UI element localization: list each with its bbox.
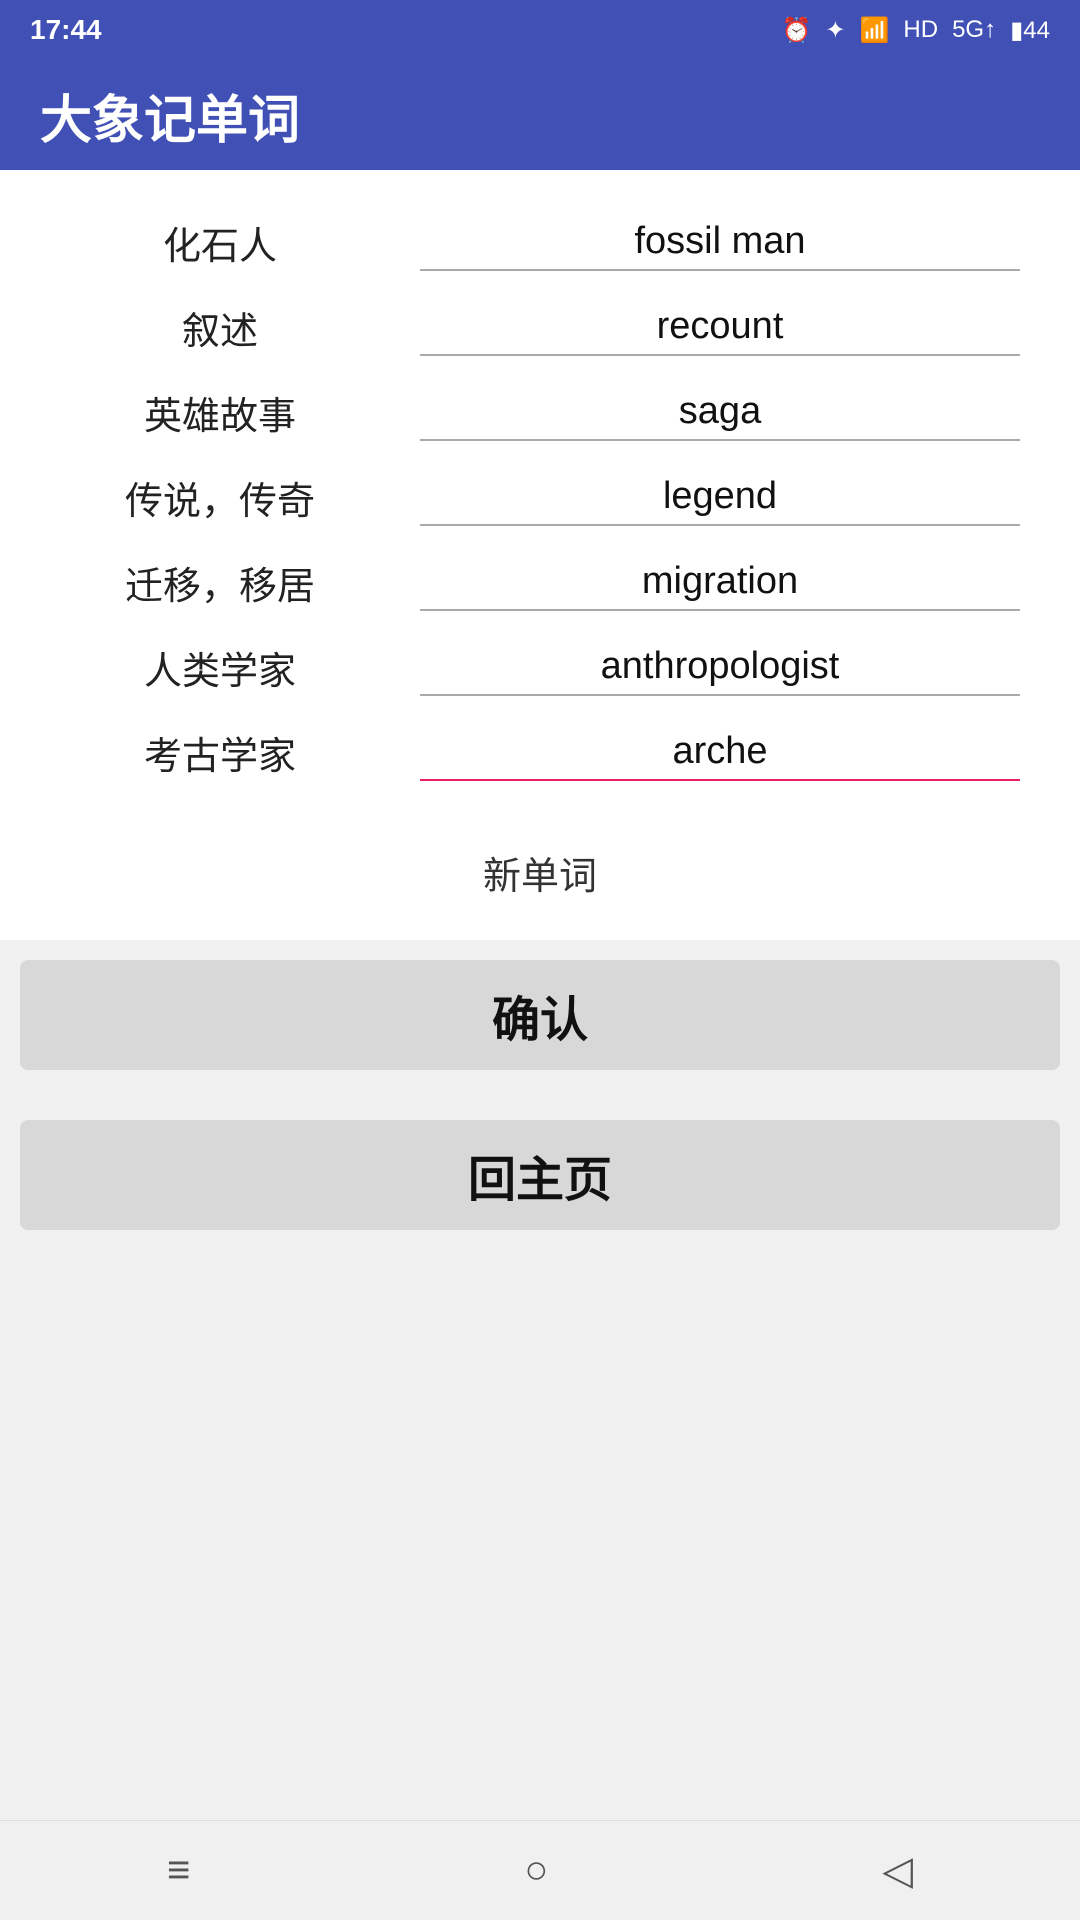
chinese-label: 考古学家 [60,725,380,780]
app-title: 大象记单词 [40,78,300,153]
word-row: 英雄故事 [60,370,1020,455]
confirm-button[interactable]: 确认 [20,960,1060,1070]
status-bar: 17:44 ⏰ ✦ 📶 HD 5G↑ ▮44 [0,0,1080,60]
menu-icon[interactable]: ≡ [167,1848,190,1893]
english-input-wrap [420,639,1020,696]
chinese-label: 人类学家 [60,640,380,695]
english-input-wrap [420,469,1020,526]
word-row: 迁移，移居 [60,540,1020,625]
new-word-section: 新单词 [0,835,1080,940]
english-input-wrap [420,299,1020,356]
new-word-label: 新单词 [60,845,1020,900]
english-input[interactable] [420,639,1020,696]
english-input[interactable] [420,554,1020,611]
word-list: 化石人 叙述 英雄故事 传说，传奇 迁移，移居 人类学家 [0,170,1080,835]
word-row: 传说，传奇 [60,455,1020,540]
network-icon: 5G↑ [952,16,996,44]
word-row: 叙述 [60,285,1020,370]
word-row: 化石人 [60,200,1020,285]
english-input[interactable] [420,384,1020,441]
chinese-label: 英雄故事 [60,385,380,440]
button-area: 确认 回主页 [0,940,1080,1250]
home-nav-icon[interactable]: ○ [524,1848,548,1893]
chinese-label: 叙述 [60,300,380,355]
chinese-label: 传说，传奇 [60,470,380,525]
word-row: 考古学家 [60,710,1020,795]
hd-icon: HD [903,16,938,44]
english-input-wrap [420,214,1020,271]
english-input-wrap [420,724,1020,781]
chinese-label: 化石人 [60,215,380,270]
status-icons: ⏰ ✦ 📶 HD 5G↑ ▮44 [782,16,1050,45]
status-time: 17:44 [30,14,102,46]
english-input-wrap [420,384,1020,441]
back-icon[interactable]: ◁ [882,1848,913,1894]
english-input[interactable] [420,469,1020,526]
home-button[interactable]: 回主页 [20,1120,1060,1230]
battery-icon: ▮44 [1010,16,1050,45]
english-input[interactable] [420,214,1020,271]
nav-bar: ≡ ○ ◁ [0,1820,1080,1920]
english-input-wrap [420,554,1020,611]
bluetooth-icon: ✦ [825,16,845,45]
alarm-icon: ⏰ [782,16,812,45]
chinese-label: 迁移，移居 [60,555,380,610]
app-bar: 大象记单词 [0,60,1080,170]
english-input[interactable] [420,299,1020,356]
wifi-icon: 📶 [860,16,890,45]
english-input-active[interactable] [420,724,1020,781]
word-row: 人类学家 [60,625,1020,710]
